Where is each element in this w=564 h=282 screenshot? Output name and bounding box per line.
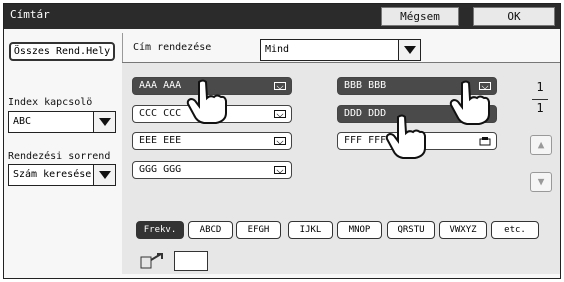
page-current: 1 [536,80,544,94]
page-down-button[interactable]: ▼ [530,172,552,192]
tab-mnop[interactable]: MNOP [337,221,382,239]
index-label: Index kapcsolö [8,97,93,108]
address-entry-ggg[interactable]: GGG GGG [132,161,292,179]
address-entry-eee[interactable]: EEE EEE [132,132,292,150]
pointing-hand-icon [449,80,490,125]
entry-name: FFF FFF [344,135,387,146]
entry-name: GGG GGG [139,164,182,175]
tab-efgh[interactable]: EFGH [236,221,281,239]
tab-etc[interactable]: etc. [491,221,539,239]
chevron-down-icon[interactable] [93,165,115,185]
all-locations-button[interactable]: Összes Rend.Hely [9,42,115,61]
search-number-input[interactable] [174,251,208,271]
chevron-down-icon[interactable] [93,112,115,132]
mail-icon [274,137,286,145]
page-total: 1 [536,101,544,115]
entry-name: AAA AAA [139,80,182,91]
entry-name: EEE EEE [139,135,182,146]
index-select[interactable]: ABC [8,111,116,133]
address-sort-value: Mind [265,44,290,55]
sort-order-value: Szám keresése [13,169,92,180]
tab-abcd[interactable]: ABCD [188,221,233,239]
sort-order-select[interactable]: Szám keresése [8,164,116,186]
page-up-button[interactable]: ▲ [530,135,552,155]
index-select-value: ABC [13,116,32,127]
address-sort-select[interactable]: Mind [260,39,421,61]
entry-name: CCC CCC [139,108,182,119]
mail-icon [274,82,286,90]
mail-icon [274,110,286,118]
tab-ijkl[interactable]: IJKL [288,221,333,239]
window-title: Címtár [10,8,50,21]
pointing-hand-icon [385,114,426,159]
search-number-icon[interactable] [139,252,165,270]
entry-name: DDD DDD [344,108,387,119]
tab-frequent[interactable]: Frekv. [136,221,184,239]
sort-order-label: Rendezési sorrend [8,151,111,162]
cancel-button[interactable]: Mégsem [381,7,459,26]
pointing-hand-icon [186,79,227,124]
mail-icon [274,166,286,174]
address-sort-label: Cím rendezése [133,42,212,53]
chevron-down-icon[interactable] [398,40,420,60]
ok-button[interactable]: OK [473,7,555,26]
tab-qrstu[interactable]: QRSTU [387,221,435,239]
entry-name: BBB BBB [344,80,387,91]
fax-icon [479,137,491,146]
tab-vwxyz[interactable]: VWXYZ [439,221,487,239]
page-divider [532,99,548,100]
